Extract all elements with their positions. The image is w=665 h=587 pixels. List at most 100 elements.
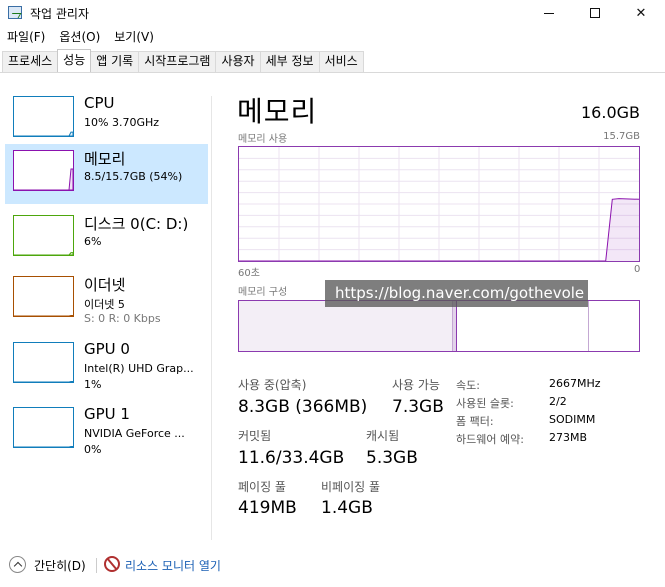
minimize-icon <box>544 12 554 14</box>
hardware-reserved-value: 273MB <box>549 431 588 444</box>
close-icon: ✕ <box>635 5 647 21</box>
device-detail: NVIDIA GeForce ... <box>84 427 185 440</box>
committed-value: 11.6/33.4GB <box>238 448 345 468</box>
ethernet-thumbnail-graph <box>13 276 74 317</box>
paged-pool-value: 419MB <box>238 498 297 518</box>
device-list: CPU 10% 3.70GHz 메모리 8.5/15.7GB (54%) 디스크… <box>0 80 212 540</box>
thumbnail-sparkline <box>14 446 73 447</box>
in-use-label: 사용 중(압축) <box>238 378 307 392</box>
disk-thumbnail-graph <box>13 215 74 256</box>
speed-label: 속도: <box>456 379 480 392</box>
device-name: CPU <box>84 94 115 112</box>
maximize-button[interactable] <box>572 0 618 26</box>
thumbnail-sparkline <box>14 168 73 190</box>
available-value: 7.3GB <box>392 397 444 417</box>
task-manager-icon <box>8 6 22 19</box>
cached-value: 5.3GB <box>366 448 418 468</box>
graph-time-right: 0 <box>634 264 641 275</box>
usage-graph-label: 메모리 사용 <box>238 134 288 145</box>
device-name: GPU 0 <box>84 340 130 358</box>
device-throughput: S: 0 R: 0 Kbps <box>84 312 161 325</box>
page-title: 메모리 <box>237 95 318 128</box>
tab-app-history[interactable]: 앱 기록 <box>90 51 140 72</box>
device-cpu[interactable]: CPU 10% 3.70GHz <box>5 90 208 150</box>
memory-thumbnail-graph <box>13 150 74 191</box>
tab-users[interactable]: 사용자 <box>215 51 261 72</box>
device-name: 이더넷 <box>84 276 126 294</box>
menu-file[interactable]: 파일(F) <box>0 27 52 47</box>
title-bar: 작업 관리자 ✕ <box>0 0 665 26</box>
resource-monitor-icon <box>104 556 120 572</box>
footer-divider <box>96 558 97 573</box>
sparkline-area <box>14 381 73 382</box>
device-memory[interactable]: 메모리 8.5/15.7GB (54%) <box>5 144 208 204</box>
device-detail: 6% <box>84 235 102 248</box>
thumbnail-sparkline <box>14 381 73 382</box>
thumbnail-sparkline <box>14 315 73 316</box>
paged-pool-label: 페이징 풀 <box>238 480 286 494</box>
device-gpu-0[interactable]: GPU 0 Intel(R) UHD Grap... 1% <box>5 336 208 396</box>
device-name: 메모리 <box>84 150 126 168</box>
sparkline-area <box>14 168 73 190</box>
sparkline-area <box>14 252 73 255</box>
device-detail: 이더넷 5 <box>84 298 125 311</box>
gpu1-thumbnail-graph <box>13 407 74 448</box>
slots-label: 사용된 슬롯: <box>456 397 514 410</box>
thumbnail-sparkline <box>14 252 73 255</box>
tab-processes[interactable]: 프로세스 <box>2 51 59 72</box>
composition-in-use <box>239 301 453 351</box>
in-use-value: 8.3GB (366MB) <box>238 397 368 417</box>
footer: 간단히(D) 리소스 모니터 열기 <box>0 550 665 580</box>
menu-view[interactable]: 보기(V) <box>107 27 161 47</box>
device-usage: 1% <box>84 378 102 391</box>
usage-graph-max: 15.7GB <box>603 131 640 142</box>
composition-standby <box>457 301 589 351</box>
tab-divider <box>0 72 665 73</box>
device-detail: 10% 3.70GHz <box>84 116 160 129</box>
tab-details[interactable]: 세부 정보 <box>259 51 320 72</box>
form-factor-label: 폼 팩터: <box>456 415 494 428</box>
device-name: GPU 1 <box>84 405 130 423</box>
device-disk-0[interactable]: 디스크 0(C: D:) 6% <box>5 209 208 269</box>
window-title: 작업 관리자 <box>30 7 90 21</box>
maximize-icon <box>590 8 600 18</box>
sparkline-area <box>14 131 73 136</box>
form-factor-value: SODIMM <box>549 413 596 426</box>
device-gpu-1[interactable]: GPU 1 NVIDIA GeForce ... 0% <box>5 401 208 461</box>
memory-usage-chart <box>239 147 639 261</box>
slots-value: 2/2 <box>549 395 567 408</box>
device-usage: 0% <box>84 443 102 456</box>
tab-performance[interactable]: 성능 <box>57 49 92 72</box>
open-resource-monitor-link[interactable]: 리소스 모니터 열기 <box>125 557 221 574</box>
total-memory: 16.0GB <box>581 103 640 122</box>
cpu-thumbnail-graph <box>13 96 74 137</box>
tab-strip: 프로세스 성능 앱 기록 시작프로그램 사용자 세부 정보 서비스 <box>2 49 364 72</box>
device-detail: Intel(R) UHD Grap... <box>84 362 194 375</box>
tab-services[interactable]: 서비스 <box>318 51 364 72</box>
minimize-button[interactable] <box>526 0 572 26</box>
nonpaged-pool-value: 1.4GB <box>321 498 373 518</box>
committed-label: 커밋됨 <box>238 429 272 443</box>
gpu0-thumbnail-graph <box>13 342 74 383</box>
graph-time-left: 60초 <box>238 268 260 279</box>
watermark-url: https://blog.naver.com/gothevole <box>325 280 588 307</box>
device-ethernet[interactable]: 이더넷 이더넷 5 S: 0 R: 0 Kbps <box>5 270 208 330</box>
speed-value: 2667MHz <box>549 377 601 390</box>
menu-bar: 파일(F) 옵션(O) 보기(V) <box>0 27 161 47</box>
tab-startup[interactable]: 시작프로그램 <box>138 51 217 72</box>
memory-composition-bar <box>238 300 640 352</box>
menu-options[interactable]: 옵션(O) <box>52 27 107 47</box>
memory-usage-graph <box>238 146 640 262</box>
panel-divider <box>211 96 212 540</box>
device-name: 디스크 0(C: D:) <box>84 215 189 233</box>
chevron-up-icon[interactable] <box>9 556 26 573</box>
composition-label: 메모리 구성 <box>238 287 288 298</box>
available-label: 사용 가능 <box>392 378 440 392</box>
fewer-details-button[interactable]: 간단히(D) <box>34 557 86 574</box>
sparkline-area <box>14 446 73 447</box>
nonpaged-pool-label: 비페이징 풀 <box>321 480 381 494</box>
close-button[interactable]: ✕ <box>618 0 664 26</box>
cached-label: 캐시됨 <box>366 429 400 443</box>
sparkline-area <box>14 315 73 316</box>
device-detail: 8.5/15.7GB (54%) <box>84 170 183 183</box>
